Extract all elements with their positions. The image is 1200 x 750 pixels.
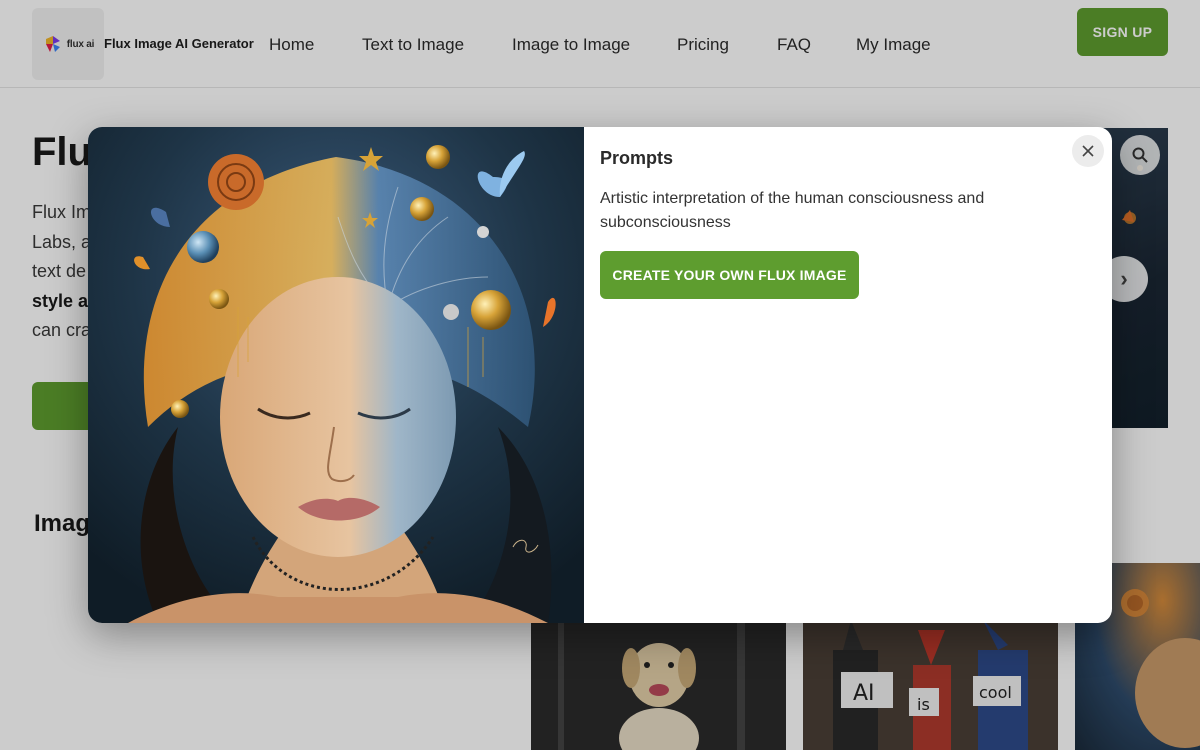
close-icon [1082, 145, 1094, 157]
prompts-title: Prompts [600, 148, 674, 168]
prompt-text: Artistic interpretation of the human con… [600, 190, 985, 231]
surreal-face-artwork-icon [88, 127, 584, 623]
close-button[interactable] [1072, 135, 1104, 167]
modal-details: Prompts Artistic interpretation of the h… [600, 127, 1100, 623]
image-detail-modal: Prompts Artistic interpretation of the h… [88, 127, 1112, 623]
modal-artwork [88, 127, 584, 623]
create-flux-image-button[interactable]: CREATE YOUR OWN FLUX IMAGE [600, 251, 859, 299]
